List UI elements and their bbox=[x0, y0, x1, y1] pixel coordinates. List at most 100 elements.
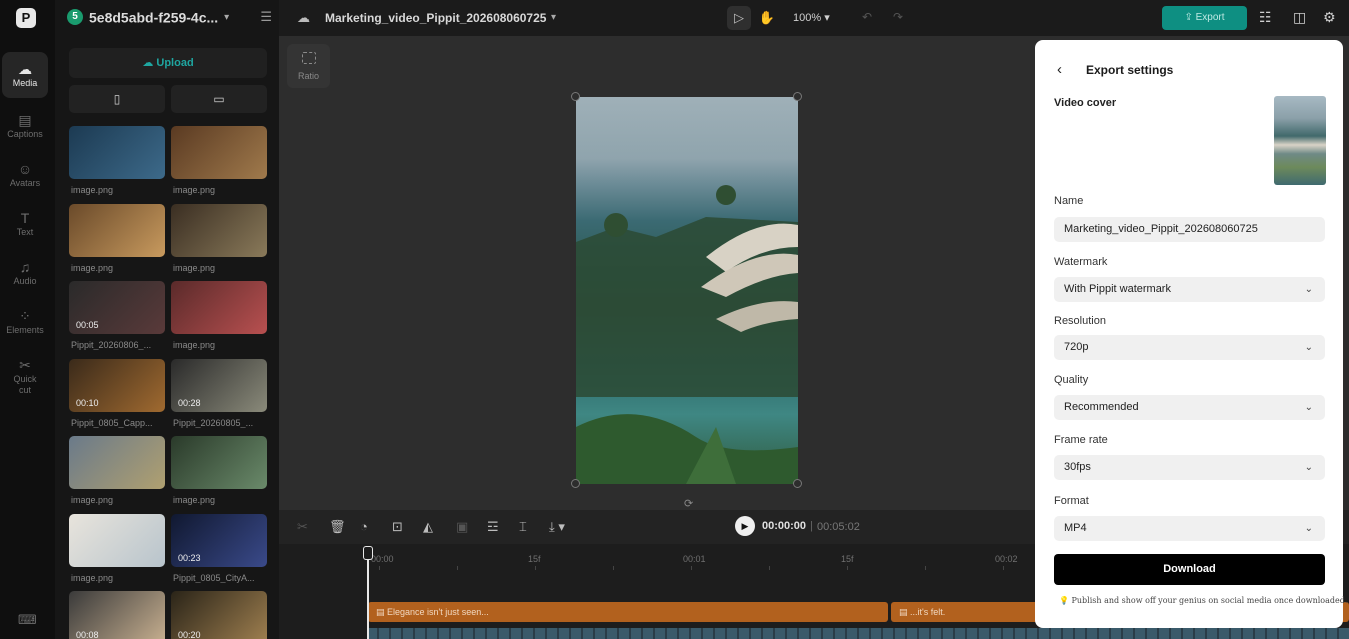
video-title[interactable]: Marketing_video_Pippit_202608060725 bbox=[325, 11, 546, 25]
publish-note: 💡 Publish and show off your genius on so… bbox=[1059, 596, 1347, 605]
chevron-down-icon: ▾ bbox=[224, 11, 230, 23]
media-thumbnail[interactable]: 00:05 bbox=[69, 281, 165, 334]
format-select[interactable]: MP4 ⌄ bbox=[1054, 516, 1325, 541]
monitor-icon: ▭ bbox=[213, 92, 225, 106]
resize-handle[interactable] bbox=[571, 479, 580, 488]
panel-menu-icon[interactable]: ☰ bbox=[260, 9, 272, 25]
ruler-tick bbox=[535, 566, 536, 570]
export-label: Export bbox=[1195, 12, 1225, 23]
upload-label: Upload bbox=[156, 57, 194, 69]
project-badge: 5 bbox=[67, 9, 83, 26]
media-thumbnail[interactable] bbox=[171, 436, 267, 489]
hand-tool-icon[interactable]: ✋ bbox=[755, 6, 779, 30]
phone-icon: ▯ bbox=[113, 92, 121, 106]
media-thumbnail[interactable] bbox=[171, 281, 267, 334]
download-menu-icon[interactable]: ⤓ ▾ bbox=[549, 519, 565, 535]
frame-rate-select[interactable]: 30fps ⌄ bbox=[1054, 455, 1325, 480]
flip-icon[interactable]: ◭ bbox=[423, 519, 433, 535]
delete-icon[interactable]: 🗑 bbox=[329, 519, 346, 535]
media-thumbnail[interactable] bbox=[69, 126, 165, 179]
split-icon[interactable]: ✂ bbox=[297, 519, 308, 535]
video-track[interactable] bbox=[367, 628, 1349, 639]
rail-item-quick[interactable]: ✂ Quick cut bbox=[2, 348, 48, 395]
rail-item-avatars[interactable]: ☺ Avatars bbox=[2, 152, 48, 198]
media-thumbnail[interactable] bbox=[69, 203, 165, 257]
resolution-select[interactable]: 720p ⌄ bbox=[1054, 335, 1325, 360]
portrait-filter-button[interactable]: ▯ bbox=[69, 85, 165, 113]
back-arrow-icon[interactable]: ‹ bbox=[1057, 61, 1062, 78]
mask-icon[interactable]: ▣ bbox=[456, 519, 468, 535]
redo-icon[interactable]: ↷ bbox=[893, 10, 903, 24]
export-settings-title: Export settings bbox=[1086, 63, 1174, 77]
chevron-down-icon[interactable]: ▾ bbox=[551, 12, 556, 23]
media-thumbnail[interactable]: 00:28 bbox=[171, 358, 267, 412]
video-preview-image bbox=[576, 185, 798, 484]
rail-item-label: Elements bbox=[6, 325, 44, 335]
project-selector[interactable]: 5 5e8d5abd-f259-4c... ▾ ☰ bbox=[67, 8, 272, 28]
resize-handle[interactable] bbox=[571, 92, 580, 101]
rail-item-captions[interactable]: ▤ Captions bbox=[2, 103, 48, 149]
quality-select[interactable]: Recommended ⌄ bbox=[1054, 395, 1325, 420]
crop-icon[interactable]: ⊡ bbox=[392, 519, 403, 535]
rail-item-media[interactable]: ☁ Media bbox=[2, 52, 48, 98]
export-icon: ⇪ bbox=[1184, 12, 1196, 23]
video-cover-thumbnail[interactable] bbox=[1274, 96, 1326, 185]
media-label: image.png bbox=[71, 185, 114, 195]
media-thumbnail[interactable] bbox=[171, 126, 267, 179]
play-icon: ▶ bbox=[741, 521, 749, 531]
top-bar: ☁ Marketing_video_Pippit_202608060725 ▾ … bbox=[279, 0, 1349, 36]
media-thumbnail[interactable]: 00:08 bbox=[69, 591, 165, 639]
media-thumbnail[interactable] bbox=[69, 513, 165, 567]
resize-handle[interactable] bbox=[793, 479, 802, 488]
trim-icon[interactable]: ⌶ bbox=[519, 519, 527, 535]
speed-icon[interactable]: ◔ bbox=[360, 519, 368, 534]
landscape-filter-button[interactable]: ▭ bbox=[171, 85, 267, 113]
media-label: image.png bbox=[71, 572, 114, 583]
media-thumbnail[interactable]: 00:10 bbox=[69, 358, 165, 412]
ratio-button[interactable]: Ratio bbox=[287, 44, 330, 88]
layout-icon[interactable]: ◫ bbox=[1293, 9, 1306, 26]
media-label: Pippit_0805_Capp... bbox=[71, 417, 153, 428]
rail-item-elements[interactable]: ⁘ Elements bbox=[2, 299, 48, 345]
caption-clip[interactable]: ▤ Elegance isn't just seen... bbox=[368, 602, 888, 622]
rail-item-label: Text bbox=[16, 227, 34, 237]
media-label: image.png bbox=[173, 495, 216, 505]
layers-icon[interactable]: ☷ bbox=[1259, 9, 1272, 26]
format-label: Format bbox=[1054, 495, 1089, 507]
captions-icon: ▤ bbox=[18, 112, 32, 128]
chevron-down-icon: ⌄ bbox=[1304, 462, 1313, 473]
captions-edit-icon[interactable]: ☲ bbox=[487, 519, 499, 535]
undo-icon[interactable]: ↶ bbox=[862, 10, 872, 24]
app-logo-icon[interactable]: P bbox=[16, 8, 36, 28]
ruler-tick bbox=[847, 566, 848, 570]
watermark-select[interactable]: With Pippit watermark ⌄ bbox=[1054, 277, 1325, 302]
chevron-down-icon: ⌄ bbox=[1304, 402, 1313, 413]
rail-item-audio[interactable]: ♫ Audio bbox=[2, 250, 48, 296]
playhead-handle[interactable] bbox=[363, 546, 373, 560]
quick-cut-icon: ✂ bbox=[19, 357, 31, 373]
caption-clip-text: Elegance isn't just seen... bbox=[387, 607, 489, 617]
media-label: image.png bbox=[173, 185, 216, 195]
keyboard-icon[interactable]: ⌨ bbox=[18, 612, 37, 628]
media-thumbnail[interactable]: 00:20 bbox=[171, 591, 267, 639]
publish-note-text: Publish and show off your genius on soci… bbox=[1071, 596, 1348, 605]
media-thumbnail[interactable] bbox=[69, 436, 165, 489]
resize-handle[interactable] bbox=[793, 92, 802, 101]
export-button[interactable]: ⇪ Export bbox=[1162, 6, 1247, 30]
resolution-label: Resolution bbox=[1054, 315, 1106, 327]
media-label: image.png bbox=[173, 340, 216, 350]
media-thumbnail[interactable] bbox=[171, 203, 267, 257]
ruler-tick bbox=[457, 566, 458, 570]
download-button[interactable]: Download bbox=[1054, 554, 1325, 585]
rail-item-text[interactable]: T Text bbox=[2, 201, 48, 247]
playhead[interactable] bbox=[363, 546, 373, 639]
name-input[interactable]: Marketing_video_Pippit_202608060725 bbox=[1054, 217, 1325, 242]
upload-button[interactable]: ☁ Upload bbox=[69, 48, 267, 78]
rotate-icon[interactable]: ⟳ bbox=[684, 497, 693, 510]
select-tool-icon[interactable]: ▷ bbox=[727, 6, 751, 30]
media-thumbnail[interactable]: 00:23 bbox=[171, 513, 267, 567]
play-button[interactable]: ▶ bbox=[735, 516, 755, 536]
gear-icon[interactable]: ⚙ bbox=[1323, 9, 1336, 26]
video-preview-frame[interactable] bbox=[576, 97, 798, 484]
zoom-dropdown[interactable]: 100% ▾ bbox=[793, 11, 830, 24]
